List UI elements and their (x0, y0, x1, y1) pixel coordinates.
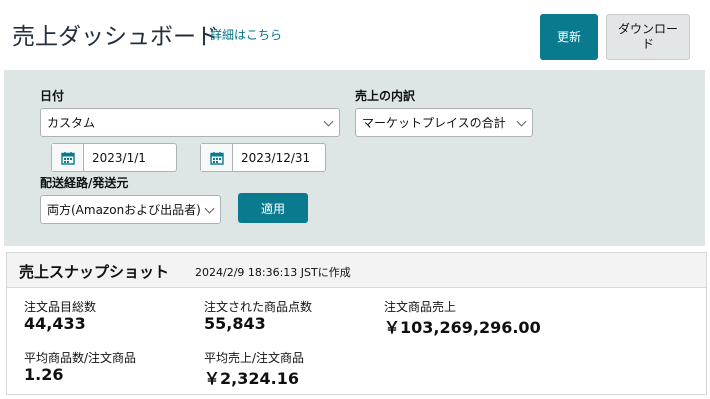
apply-button[interactable]: 適用 (238, 193, 308, 223)
metric-label-avg-sales: 平均売上/注文商品 (204, 351, 305, 365)
calendar-icon[interactable] (201, 144, 233, 171)
calendar-icon[interactable] (52, 144, 84, 171)
chevron-down-icon (323, 116, 334, 127)
fulfillment-select[interactable]: 両方(Amazonおよび出品者) (40, 195, 221, 224)
end-date-field[interactable] (200, 143, 326, 172)
metric-value-avg-units: 1.26 (24, 365, 64, 384)
metric-value-avg-sales: ￥2,324.16 (204, 369, 299, 388)
start-date-input[interactable] (84, 144, 176, 171)
date-range-select[interactable]: カスタム (40, 108, 340, 137)
breakdown-label: 売上の内訳 (355, 89, 416, 103)
metric-value-ordered-sales: ￥103,269,296.00 (384, 318, 541, 337)
download-button[interactable]: ダウンロード (606, 14, 690, 60)
filter-panel: 日付 カスタム 2023/1/1 2023/12/31 配送経路/発送元 両方(… (4, 70, 705, 246)
sales-snapshot-panel: 売上スナップショット 2024/2/9 18:36:13 JSTに作成 注文品目… (6, 252, 707, 395)
fulfillment-label: 配送経路/発送元 (40, 176, 129, 190)
breakdown-value: マーケットプレイスの合計 (362, 116, 506, 130)
metric-value-units-ordered: 55,843 (204, 314, 266, 333)
details-link[interactable]: 詳細はこちら (210, 26, 282, 43)
page-header: 売上ダッシュボード 詳細はこちら 更新 ダウンロード (0, 0, 710, 70)
start-date-field[interactable] (51, 143, 177, 172)
metric-label-ordered-sales: 注文商品売上 (384, 300, 457, 314)
breakdown-select[interactable]: マーケットプレイスの合計 (355, 108, 533, 137)
fulfillment-value: 両方(Amazonおよび出品者) (47, 203, 201, 217)
date-range-value: カスタム (47, 116, 96, 130)
metric-label-ordered-items: 注文品目総数 (24, 300, 97, 314)
refresh-button[interactable]: 更新 (540, 14, 598, 60)
end-date-input[interactable] (233, 144, 325, 171)
snapshot-header: 売上スナップショット 2024/2/9 18:36:13 JSTに作成 (7, 253, 706, 288)
date-label: 日付 (40, 89, 65, 103)
chevron-down-icon (516, 116, 527, 127)
chevron-down-icon (204, 203, 215, 214)
metric-value-ordered-items: 44,433 (24, 314, 86, 333)
snapshot-title: 売上スナップショット (19, 263, 170, 281)
metric-label-units-ordered: 注文された商品点数 (204, 300, 313, 314)
snapshot-timestamp: 2024/2/9 18:36:13 JSTに作成 (195, 266, 351, 279)
metric-label-avg-units: 平均商品数/注文商品 (24, 351, 137, 365)
page-title: 売上ダッシュボード (12, 24, 219, 50)
